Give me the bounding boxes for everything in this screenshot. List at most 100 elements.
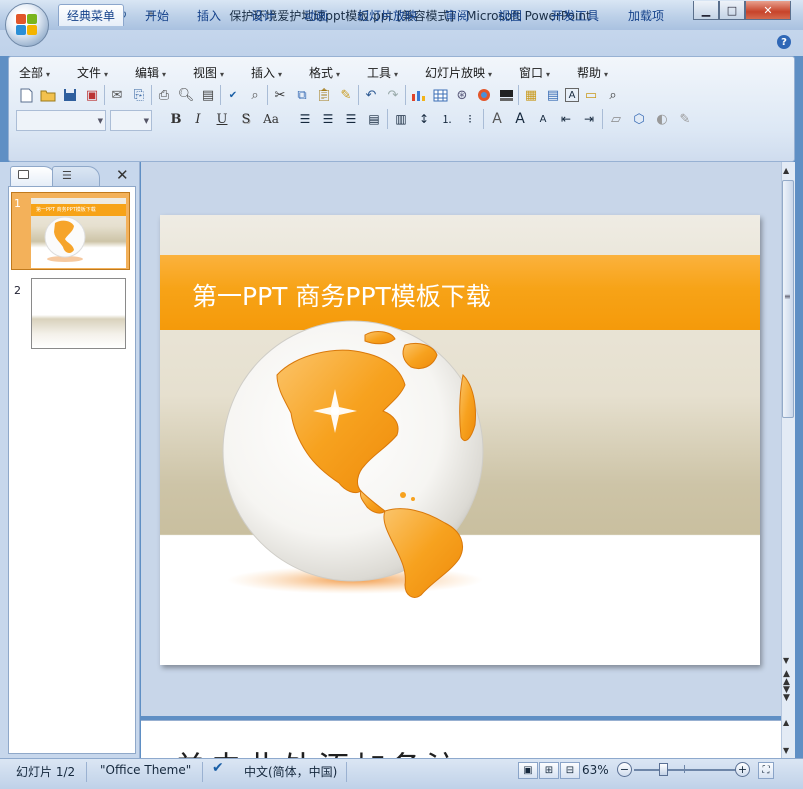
folder-icon[interactable]: ▭ xyxy=(581,85,601,105)
align-right-icon[interactable]: ☰ xyxy=(341,109,361,129)
zoom-in-button[interactable]: + xyxy=(735,762,750,777)
arrange-icon[interactable]: ▱ xyxy=(606,109,626,129)
print-icon[interactable]: ⎙ xyxy=(154,85,174,105)
scroll-up-icon[interactable]: ▲ xyxy=(783,166,789,175)
menu-tools[interactable]: 工具 ▾ xyxy=(367,64,398,80)
bold-button[interactable]: B xyxy=(166,109,186,129)
fill-color-icon[interactable] xyxy=(496,85,516,105)
align-center-icon[interactable]: ☰ xyxy=(318,109,338,129)
help-icon[interactable]: ? xyxy=(777,35,791,49)
menu-window[interactable]: 窗口 ▾ xyxy=(519,64,550,80)
page-setup-icon[interactable]: ▤ xyxy=(198,85,218,105)
tab-design[interactable]: 设计 xyxy=(243,4,283,26)
thumbnail-slide-2[interactable] xyxy=(31,278,126,349)
paste-icon[interactable]: 📋︎ xyxy=(314,85,334,105)
shapes-icon[interactable]: ⬡ xyxy=(629,109,649,129)
align-left-icon[interactable]: ☰ xyxy=(295,109,315,129)
menu-insert[interactable]: 插入 ▾ xyxy=(251,64,282,80)
slideshow-view-button[interactable]: ⊟ xyxy=(560,762,580,779)
tab-home[interactable]: 开始 xyxy=(137,4,177,26)
print-preview-icon[interactable]: 🔍︎ xyxy=(176,85,196,105)
menu-edit[interactable]: 编辑 ▾ xyxy=(135,64,166,80)
font-size-combo[interactable]: ▼ xyxy=(110,110,152,131)
menu-all[interactable]: 全部 ▾ xyxy=(19,64,50,80)
insert-hyperlink-icon[interactable]: ⊛ xyxy=(452,85,472,105)
change-case-button[interactable]: Aa xyxy=(258,109,284,129)
insert-chart-icon[interactable] xyxy=(408,85,428,105)
bullets-icon[interactable]: ⁝ xyxy=(460,109,480,129)
theme-name[interactable]: "Office Theme" xyxy=(100,763,191,777)
fit-to-window-button[interactable]: ⛶ xyxy=(758,762,774,779)
tab-classic-menu[interactable]: 经典菜单 xyxy=(58,4,125,26)
decrease-indent-icon[interactable]: ⇤ xyxy=(556,109,576,129)
slide-layout-icon[interactable]: ▤ xyxy=(543,85,563,105)
format-painter-icon[interactable]: ✎ xyxy=(336,85,356,105)
line-spacing-icon[interactable]: ↕ xyxy=(414,109,434,129)
slides-tab[interactable] xyxy=(10,166,56,186)
justify-icon[interactable]: ▤ xyxy=(364,109,384,129)
open-icon[interactable] xyxy=(38,85,58,105)
font-color-icon[interactable]: A xyxy=(487,109,507,129)
insert-table-icon[interactable] xyxy=(430,85,450,105)
permission-icon[interactable]: ▣ xyxy=(82,85,102,105)
color-grayscale-icon[interactable] xyxy=(474,85,494,105)
tab-insert[interactable]: 插入 xyxy=(189,4,229,26)
zoom-icon[interactable]: ⌕ xyxy=(603,85,623,105)
cut-icon[interactable]: ✂ xyxy=(270,85,290,105)
scroll-down-icon[interactable]: ▼ xyxy=(783,656,789,665)
tab-review[interactable]: 审阅 xyxy=(437,4,477,26)
previous-slide-icon[interactable]: ▲ ▲ xyxy=(783,670,790,687)
maximize-button[interactable]: □ xyxy=(719,1,745,20)
menu-file[interactable]: 文件 ▾ xyxy=(77,64,108,80)
menu-slideshow[interactable]: 幻灯片放映 ▾ xyxy=(425,64,492,80)
tab-slideshow[interactable]: 幻灯片放映 xyxy=(349,4,425,26)
shape-fill-icon[interactable]: ◐ xyxy=(652,109,672,129)
underline-button[interactable]: U xyxy=(212,109,232,129)
notes-scroll-down-icon[interactable]: ▼ xyxy=(783,746,789,755)
slide-title[interactable]: 第一PPT 商务PPT模板下载 xyxy=(192,277,491,313)
tab-developer[interactable]: 开发工具 xyxy=(543,4,607,26)
shape-outline-icon[interactable]: ✎ xyxy=(675,109,695,129)
zoom-slider-thumb[interactable] xyxy=(659,763,668,776)
close-button[interactable]: ✕ xyxy=(745,1,791,20)
tab-animation[interactable]: 动画 xyxy=(296,4,336,26)
menu-view[interactable]: 视图 ▾ xyxy=(193,64,224,80)
new-icon[interactable] xyxy=(16,85,36,105)
font-name-combo[interactable]: ▼ xyxy=(16,110,106,131)
shrink-font-icon[interactable]: A xyxy=(533,109,553,129)
italic-button[interactable]: I xyxy=(188,109,208,129)
columns-icon[interactable]: ▥ xyxy=(391,109,411,129)
redo-icon[interactable]: ↷ xyxy=(383,85,403,105)
minimize-button[interactable]: ▁ xyxy=(693,1,719,20)
publish-icon[interactable]: ⎘ xyxy=(129,85,149,105)
slide-sorter-view-button[interactable]: ⊞ xyxy=(539,762,559,779)
menu-help[interactable]: 帮助 ▾ xyxy=(577,64,608,80)
normal-view-button[interactable]: ▣ xyxy=(518,762,538,779)
numbering-icon[interactable]: ⒈ xyxy=(437,109,457,129)
new-slide-icon[interactable]: ▦ xyxy=(521,85,541,105)
tab-view[interactable]: 视图 xyxy=(490,4,530,26)
zoom-slider-track[interactable] xyxy=(634,769,738,771)
copy-icon[interactable]: ⧉ xyxy=(292,85,312,105)
email-icon[interactable]: ✉ xyxy=(107,85,127,105)
language-indicator[interactable]: 中文(简体，中国) xyxy=(244,763,337,780)
zoom-level[interactable]: 63% xyxy=(582,763,609,777)
outline-tab[interactable]: ☰ xyxy=(52,166,100,186)
text-box-icon[interactable]: A xyxy=(565,88,579,102)
spelling-icon[interactable]: ✔ xyxy=(223,85,243,105)
shadow-button[interactable]: S xyxy=(236,109,256,129)
office-button[interactable] xyxy=(5,3,49,47)
research-icon[interactable]: ⌕ xyxy=(245,85,265,105)
next-slide-icon[interactable]: ▼ ▼ xyxy=(783,686,790,703)
notes-pane[interactable]: 单击此处添加备注 xyxy=(141,720,781,758)
spell-check-icon[interactable]: ✔ xyxy=(212,760,224,776)
tab-addins[interactable]: 加载项 xyxy=(620,4,672,26)
menu-format[interactable]: 格式 ▾ xyxy=(309,64,340,80)
undo-icon[interactable]: ↶ xyxy=(361,85,381,105)
slide-canvas[interactable]: 第一PPT 商务PPT模板下载 xyxy=(160,215,760,665)
save-icon[interactable] xyxy=(60,85,80,105)
notes-placeholder[interactable]: 单击此处添加备注 xyxy=(174,743,462,758)
zoom-out-button[interactable]: − xyxy=(617,762,632,777)
increase-indent-icon[interactable]: ⇥ xyxy=(579,109,599,129)
close-pane-icon[interactable]: ✕ xyxy=(116,166,129,184)
